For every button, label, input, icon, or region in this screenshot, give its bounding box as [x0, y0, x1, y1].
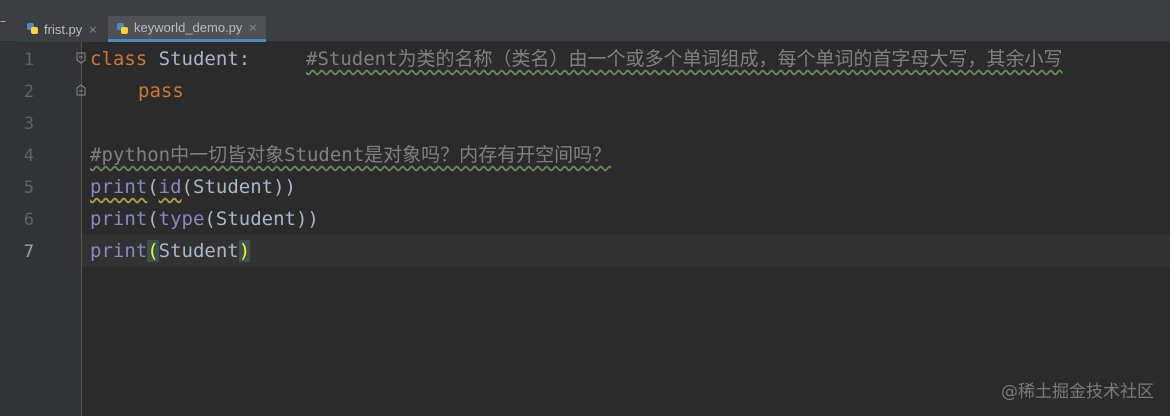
- code-line-6[interactable]: print(type(Student)): [90, 203, 319, 235]
- builtin-id: id: [158, 176, 182, 198]
- argument: Student: [215, 208, 296, 230]
- argument: Student: [193, 176, 274, 198]
- builtin-print: print: [90, 176, 148, 198]
- tab-label: keyworld_demo.py: [134, 20, 243, 35]
- close-icon[interactable]: ×: [88, 23, 97, 36]
- watermark: @稀土掘金技术社区: [1001, 382, 1154, 402]
- python-file-icon: [27, 23, 38, 34]
- argument: Student: [158, 240, 239, 262]
- paren: (: [204, 208, 216, 230]
- class-name: Student:: [147, 48, 251, 70]
- line-number: 6: [23, 210, 34, 230]
- fold-open-icon[interactable]: [76, 52, 86, 64]
- paren: )): [295, 208, 319, 230]
- tab-label: frist.py: [44, 21, 83, 37]
- line-number: 4: [23, 146, 34, 166]
- paren: (: [147, 176, 159, 198]
- keyword-pass: pass: [138, 80, 184, 102]
- line-number: 1: [23, 50, 34, 70]
- line-number: 5: [23, 178, 34, 198]
- close-icon[interactable]: ×: [248, 21, 257, 34]
- fold-end-icon[interactable]: [76, 84, 86, 96]
- code-line-7[interactable]: print(Student): [90, 235, 251, 267]
- paren: (: [147, 208, 159, 230]
- builtin-type: type: [158, 208, 205, 230]
- comment-text: #python中一切皆对象Student是对象吗？内存有开空间吗？: [90, 144, 612, 166]
- tab-frist-py[interactable]: frist.py ×: [18, 16, 106, 42]
- python-file-icon: [117, 23, 128, 34]
- matched-paren-close: ): [238, 240, 251, 262]
- code-line-1[interactable]: class Student:: [90, 43, 250, 75]
- comment-text: #Student为类的名称（类名）由一个或多个单词组成，每个单词的首字母大写，其…: [306, 48, 1063, 70]
- line-number-gutter[interactable]: 1 2 3 4 5 6 7: [0, 42, 82, 416]
- code-comment-1: #Student为类的名称（类名）由一个或多个单词组成，每个单词的首字母大写，其…: [306, 43, 1063, 75]
- paren: )): [273, 176, 296, 198]
- line-number-current: 7: [23, 242, 34, 262]
- tab-menu-icon[interactable]: –: [0, 14, 10, 28]
- tab-keyworld-demo-py[interactable]: keyworld_demo.py ×: [108, 16, 266, 42]
- line-number: 2: [23, 82, 34, 102]
- builtin-print: print: [90, 240, 148, 262]
- code-line-2[interactable]: pass: [138, 75, 184, 107]
- builtin-print: print: [90, 208, 148, 230]
- matched-paren-open: (: [147, 240, 159, 262]
- line-number: 3: [23, 114, 34, 134]
- keyword-class: class: [90, 48, 148, 70]
- code-line-5[interactable]: print(id(Student)): [90, 171, 296, 203]
- editor-tab-bar: – frist.py × keyworld_demo.py ×: [0, 0, 1170, 42]
- paren: (: [181, 176, 193, 198]
- code-line-4[interactable]: #python中一切皆对象Student是对象吗？内存有开空间吗？: [90, 139, 611, 171]
